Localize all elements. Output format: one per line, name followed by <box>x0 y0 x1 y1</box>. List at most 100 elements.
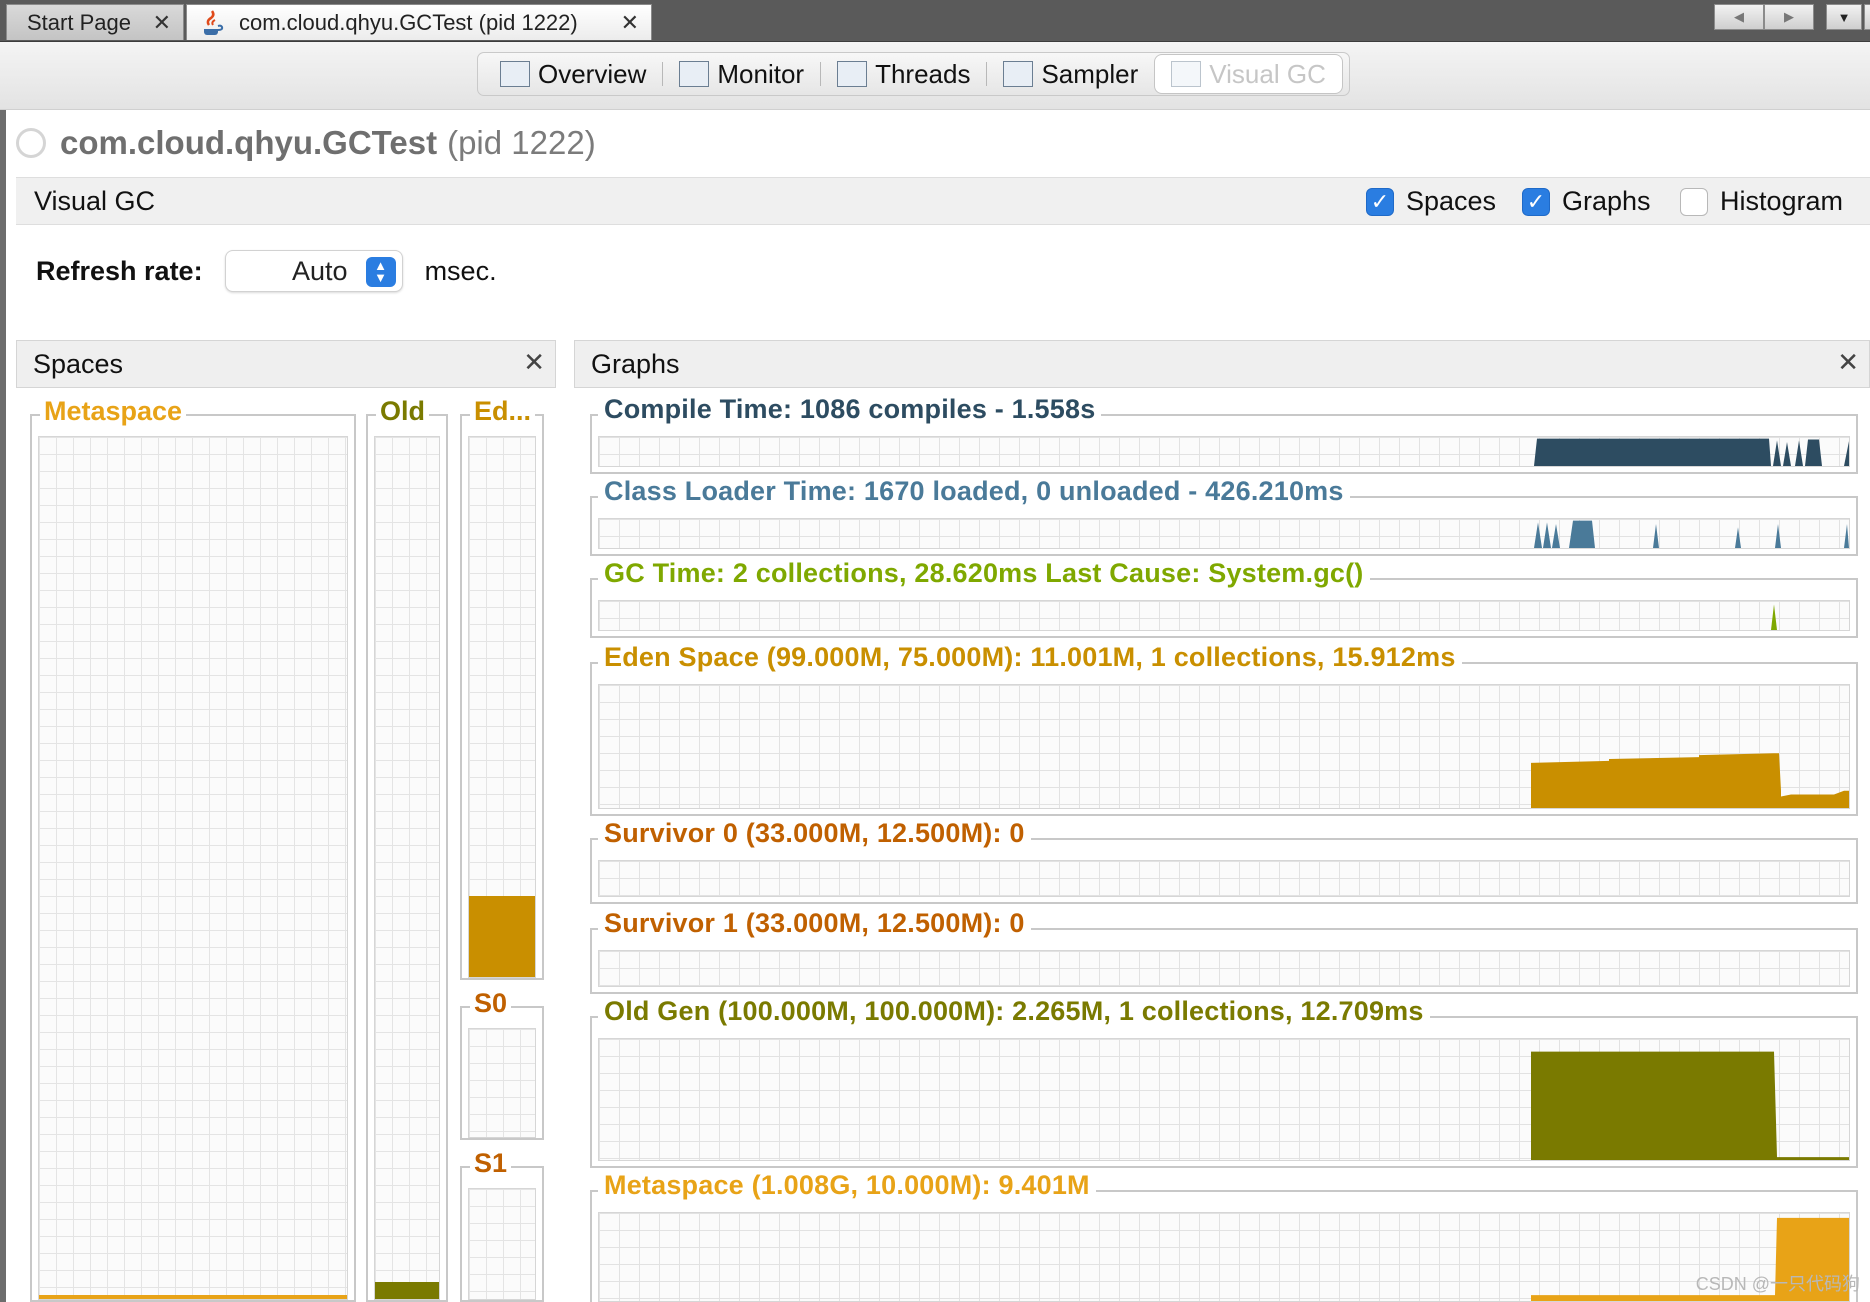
tab-start-page[interactable]: Start Page ✕ <box>6 4 184 40</box>
checkbox-checked-icon: ✓ <box>1522 187 1550 216</box>
tab-navigation: ◀ ▶ <box>1714 4 1814 30</box>
graph-class-loader-time: Class Loader Time: 1670 loaded, 0 unload… <box>590 476 1858 556</box>
tab-overview[interactable]: Overview <box>484 54 662 94</box>
graph-plot <box>598 436 1850 467</box>
threads-icon <box>837 61 868 87</box>
eden-space-series <box>1531 753 1849 808</box>
graph-gc-time-title: GC Time: 2 collections, 28.620ms Last Ca… <box>598 558 1370 589</box>
refresh-rate-value: Auto <box>292 255 348 286</box>
space-grid <box>468 436 536 978</box>
spaces-checkbox-label: Spaces <box>1406 186 1497 216</box>
view-tab-bar: Overview Monitor Threads Sampler Visual … <box>477 52 1350 96</box>
graph-plot <box>598 860 1850 897</box>
space-eden: Ed... <box>460 396 544 980</box>
graph-plot <box>598 1212 1850 1302</box>
graph-old-gen-plot <box>1531 1051 1849 1160</box>
document-tab-strip: Start Page ✕ com.cloud.qhyu.GCTest (pid … <box>0 0 1870 42</box>
graph-gc-time: GC Time: 2 collections, 28.620ms Last Ca… <box>590 558 1858 638</box>
graph-old-gen: Old Gen (100.000M, 100.000M): 2.265M, 1 … <box>590 996 1858 1168</box>
tab-threads[interactable]: Threads <box>821 54 986 94</box>
graph-plot <box>598 1038 1850 1161</box>
scroll-right-button[interactable]: ▶ <box>1764 4 1814 30</box>
maximize-button[interactable] <box>1864 4 1870 30</box>
tab-sampler-label: Sampler <box>1041 58 1139 89</box>
application-pid: (pid 1222) <box>447 124 596 161</box>
chevron-updown-icon: ▲ ▼ <box>365 257 396 287</box>
space-fill <box>39 1294 347 1299</box>
tab-application[interactable]: com.cloud.qhyu.GCTest (pid 1222) ✕ <box>186 4 652 40</box>
space-metaspace: Metaspace <box>30 396 356 1302</box>
space-grid <box>374 436 440 1300</box>
gc-time-series <box>1771 604 1777 630</box>
space-grid <box>468 1028 536 1138</box>
visual-gc-icon <box>1171 61 1202 87</box>
application-header: com.cloud.qhyu.GCTest (pid 1222) <box>16 120 596 166</box>
graph-survivor-1-title: Survivor 1 (33.000M, 12.500M): 0 <box>598 908 1031 939</box>
scroll-left-button[interactable]: ◀ <box>1714 4 1764 30</box>
sampler-icon <box>1003 61 1034 87</box>
graph-compile-time-plot <box>1534 438 1849 466</box>
close-icon[interactable]: ✕ <box>153 10 171 36</box>
space-s0-label: S0 <box>470 988 512 1019</box>
close-icon[interactable]: ✕ <box>523 347 545 378</box>
tab-sampler[interactable]: Sampler <box>987 54 1154 94</box>
graph-metaspace-plot <box>1531 1217 1849 1301</box>
graphs-checkbox[interactable]: ✓ Graphs <box>1522 186 1651 217</box>
graph-class-loader-plot <box>1534 520 1849 548</box>
java-icon <box>204 9 224 35</box>
close-icon[interactable]: ✕ <box>1837 347 1859 378</box>
space-survivor-0: S0 <box>460 988 544 1140</box>
graph-survivor-1: Survivor 1 (33.000M, 12.500M): 0 <box>590 908 1858 994</box>
graph-plot <box>598 950 1850 987</box>
spaces-checkbox[interactable]: ✓ Spaces <box>1366 186 1496 217</box>
space-grid <box>38 436 348 1300</box>
space-s1-label: S1 <box>470 1148 512 1179</box>
tab-visual-gc[interactable]: Visual GC <box>1154 54 1343 94</box>
space-metaspace-label: Metaspace <box>40 396 187 427</box>
overview-icon <box>500 61 530 87</box>
spaces-panel-header: Spaces ✕ <box>16 340 556 388</box>
graph-compile-time-title: Compile Time: 1086 compiles - 1.558s <box>598 394 1102 425</box>
histogram-checkbox-label: Histogram <box>1720 186 1844 216</box>
refresh-rate-select[interactable]: Auto ▲ ▼ <box>224 250 403 292</box>
graph-plot <box>598 518 1850 549</box>
graph-gc-time-plot <box>1771 604 1777 630</box>
histogram-checkbox[interactable]: Histogram <box>1680 186 1843 217</box>
space-fill <box>375 1281 439 1299</box>
graph-plot <box>598 600 1850 631</box>
tab-application-label: com.cloud.qhyu.GCTest (pid 1222) <box>239 9 578 35</box>
application-name: com.cloud.qhyu.GCTest <box>60 124 438 161</box>
graphs-checkbox-label: Graphs <box>1562 186 1651 216</box>
graph-metaspace-title: Metaspace (1.008G, 10.000M): 9.401M <box>598 1170 1096 1201</box>
graph-plot <box>598 684 1850 809</box>
graph-survivor-0: Survivor 0 (33.000M, 12.500M): 0 <box>590 818 1858 904</box>
window-edge <box>0 110 6 1302</box>
refresh-rate-label: Refresh rate: <box>36 255 203 286</box>
status-icon <box>16 128 46 158</box>
graph-metaspace: Metaspace (1.008G, 10.000M): 9.401M <box>590 1170 1858 1302</box>
visual-gc-title: Visual GC <box>34 186 156 216</box>
watermark: CSDN @一只代码狗 <box>1695 1274 1860 1294</box>
tab-monitor-label: Monitor <box>717 58 805 89</box>
tab-visual-gc-label: Visual GC <box>1209 58 1326 89</box>
tab-start-page-label: Start Page <box>27 9 131 35</box>
visual-gc-bar: Visual GC ✓ Spaces ✓ Graphs Histogram <box>16 177 1870 225</box>
tab-threads-label: Threads <box>875 58 971 89</box>
old-gen-series <box>1531 1051 1849 1160</box>
graph-compile-time: Compile Time: 1086 compiles - 1.558s <box>590 394 1858 474</box>
tab-monitor[interactable]: Monitor <box>663 54 820 94</box>
close-icon[interactable]: ✕ <box>621 10 639 36</box>
graphs-panel-title: Graphs <box>591 349 680 379</box>
space-fill <box>469 896 535 977</box>
space-survivor-1: S1 <box>460 1148 544 1302</box>
tab-overview-label: Overview <box>538 58 647 89</box>
refresh-rate-row: Refresh rate: Auto ▲ ▼ msec. <box>36 246 497 296</box>
graph-survivor-0-title: Survivor 0 (33.000M, 12.500M): 0 <box>598 818 1031 849</box>
checkbox-checked-icon: ✓ <box>1366 187 1394 216</box>
view-toolbar: Overview Monitor Threads Sampler Visual … <box>0 42 1870 110</box>
graphs-panel-header: Graphs ✕ <box>574 340 1870 388</box>
tab-list-dropdown-button[interactable]: ▼ <box>1826 4 1862 30</box>
graph-class-loader-time-title: Class Loader Time: 1670 loaded, 0 unload… <box>598 476 1350 507</box>
monitor-icon <box>679 61 710 87</box>
refresh-rate-unit: msec. <box>424 255 497 286</box>
